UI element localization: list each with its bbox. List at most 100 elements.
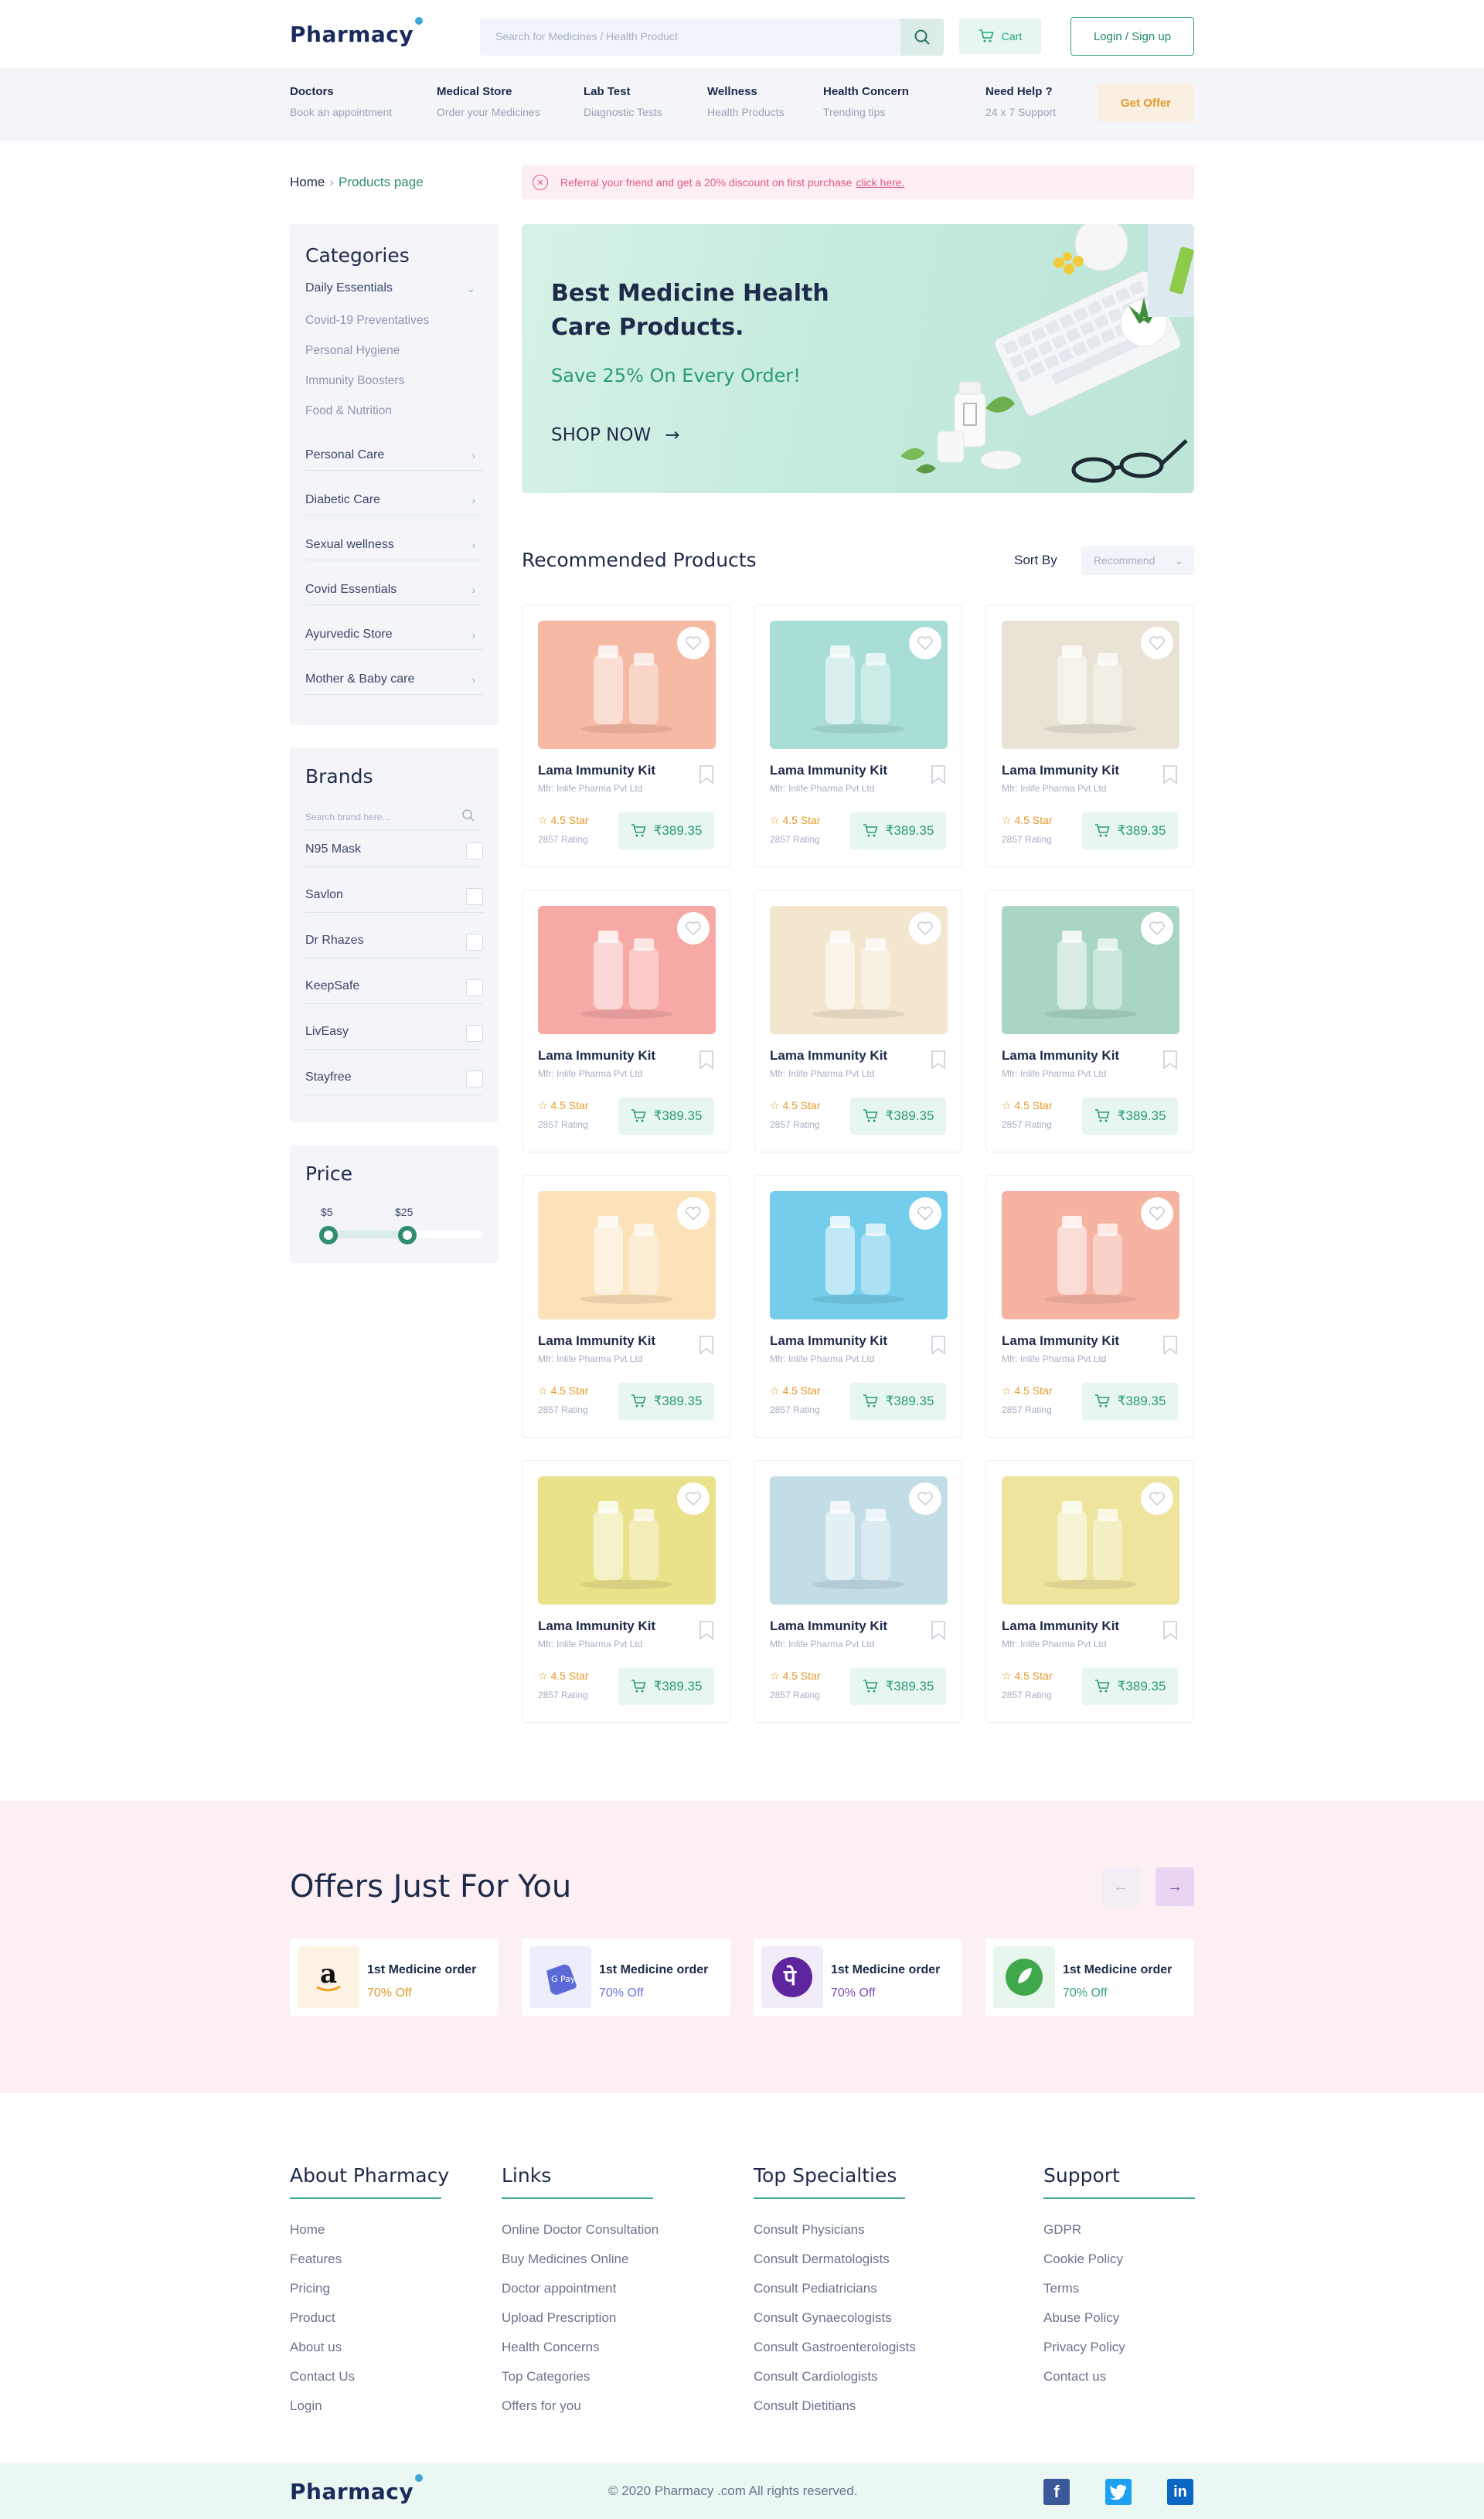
footer-link[interactable]: Contact us: [1043, 2369, 1195, 2398]
brand-checkbox[interactable]: [466, 1025, 483, 1042]
product-card[interactable]: Lama Immunity Kit Mfr: Inlife Pharma Pvt …: [754, 1175, 962, 1438]
bookmark-icon[interactable]: [699, 1050, 714, 1070]
footer-link[interactable]: Privacy Policy: [1043, 2340, 1195, 2369]
brand-checkbox[interactable]: [466, 888, 483, 905]
footer-link[interactable]: Home: [290, 2222, 449, 2252]
product-card[interactable]: Lama Immunity Kit Mfr: Inlife Pharma Pvt …: [754, 1460, 962, 1723]
product-name[interactable]: Lama Immunity Kit: [770, 1333, 887, 1349]
brand-item-keepsafe[interactable]: KeepSafe: [305, 979, 483, 1004]
wishlist-button[interactable]: [909, 1482, 941, 1515]
wishlist-button[interactable]: [677, 912, 710, 945]
brand-search-input[interactable]: Search brand here...: [305, 812, 390, 822]
footer-link[interactable]: Contact Us: [290, 2369, 449, 2398]
footer-link[interactable]: Consult Physicians: [754, 2222, 916, 2252]
footer-link[interactable]: Consult Dietitians: [754, 2398, 916, 2428]
price-min-handle[interactable]: [319, 1226, 338, 1244]
product-card[interactable]: Lama Immunity Kit Mfr: Inlife Pharma Pvt …: [985, 604, 1194, 867]
category-daily-essentials[interactable]: Daily Essentials ⌄: [305, 281, 483, 295]
product-image[interactable]: [538, 1191, 716, 1319]
bookmark-icon[interactable]: [1162, 1050, 1178, 1070]
subcategory-personal-hygiene[interactable]: Personal Hygiene: [305, 344, 483, 358]
product-card[interactable]: Lama Immunity Kit Mfr: Inlife Pharma Pvt …: [522, 1460, 730, 1723]
facebook-icon[interactable]: f: [1043, 2479, 1070, 2505]
bookmark-icon[interactable]: [699, 1620, 714, 1640]
bookmark-icon[interactable]: [931, 1050, 946, 1070]
wishlist-button[interactable]: [909, 912, 941, 945]
product-card[interactable]: Lama Immunity Kit Mfr: Inlife Pharma Pvt …: [522, 890, 730, 1152]
product-image[interactable]: [770, 621, 948, 749]
product-name[interactable]: Lama Immunity Kit: [1002, 1619, 1119, 1634]
footer-link[interactable]: Upload Prescription: [502, 2310, 659, 2340]
add-to-cart-button[interactable]: ₹389.35: [850, 1668, 946, 1705]
wishlist-button[interactable]: [1141, 912, 1173, 945]
footer-link[interactable]: Buy Medicines Online: [502, 2252, 659, 2281]
category-sexual-wellness[interactable]: Sexual wellness ›: [305, 538, 483, 560]
wishlist-button[interactable]: [1141, 627, 1173, 659]
footer-logo[interactable]: Pharmacy: [290, 2474, 424, 2504]
brand-item-savlon[interactable]: Savlon: [305, 888, 483, 913]
price-max-handle[interactable]: [398, 1226, 417, 1244]
bookmark-icon[interactable]: [931, 1620, 946, 1640]
footer-link[interactable]: Offers for you: [502, 2398, 659, 2428]
footer-link[interactable]: Pricing: [290, 2281, 449, 2310]
product-image[interactable]: [770, 906, 948, 1034]
add-to-cart-button[interactable]: ₹389.35: [618, 812, 714, 849]
sort-select[interactable]: Recommend ⌄: [1081, 546, 1194, 575]
product-name[interactable]: Lama Immunity Kit: [538, 1333, 655, 1349]
offers-next-button[interactable]: →: [1156, 1867, 1194, 1906]
product-name[interactable]: Lama Immunity Kit: [538, 1048, 655, 1064]
subcategory-immunity-boosters[interactable]: Immunity Boosters: [305, 374, 483, 388]
add-to-cart-button[interactable]: ₹389.35: [850, 1383, 946, 1420]
product-name[interactable]: Lama Immunity Kit: [1002, 1048, 1119, 1064]
product-image[interactable]: [1002, 621, 1179, 749]
brand-search[interactable]: Search brand here...: [305, 802, 483, 830]
brand-checkbox[interactable]: [466, 843, 483, 860]
twitter-icon[interactable]: [1105, 2479, 1132, 2505]
product-card[interactable]: Lama Immunity Kit Mfr: Inlife Pharma Pvt …: [522, 1175, 730, 1438]
bookmark-icon[interactable]: [1162, 1335, 1178, 1355]
footer-link[interactable]: Features: [290, 2252, 449, 2281]
bookmark-icon[interactable]: [1162, 764, 1178, 785]
footer-link[interactable]: Cookie Policy: [1043, 2252, 1195, 2281]
footer-link[interactable]: Consult Dermatologists: [754, 2252, 916, 2281]
footer-link[interactable]: About us: [290, 2340, 449, 2369]
bookmark-icon[interactable]: [931, 764, 946, 785]
category-ayurvedic-store[interactable]: Ayurvedic Store ›: [305, 628, 483, 650]
bookmark-icon[interactable]: [1162, 1620, 1178, 1640]
product-name[interactable]: Lama Immunity Kit: [770, 1048, 887, 1064]
add-to-cart-button[interactable]: ₹389.35: [1082, 1668, 1178, 1705]
wishlist-button[interactable]: [677, 1197, 710, 1230]
category-covid-essentials[interactable]: Covid Essentials ›: [305, 583, 483, 605]
product-card[interactable]: Lama Immunity Kit Mfr: Inlife Pharma Pvt …: [522, 604, 730, 867]
brand-checkbox[interactable]: [466, 979, 483, 996]
product-name[interactable]: Lama Immunity Kit: [538, 1619, 655, 1634]
product-name[interactable]: Lama Immunity Kit: [1002, 1333, 1119, 1349]
category-personal-care[interactable]: Personal Care ›: [305, 448, 483, 471]
brand-checkbox[interactable]: [466, 1071, 483, 1088]
product-image[interactable]: [538, 906, 716, 1034]
add-to-cart-button[interactable]: ₹389.35: [1082, 1098, 1178, 1135]
referral-link[interactable]: click here.: [856, 176, 904, 189]
brand-checkbox[interactable]: [466, 934, 483, 951]
product-image[interactable]: [1002, 906, 1179, 1034]
offer-card-gpay[interactable]: G Pay 1st Medicine order 70% Off: [522, 1939, 730, 2016]
brand-item-dr-rhazes[interactable]: Dr Rhazes: [305, 934, 483, 958]
add-to-cart-button[interactable]: ₹389.35: [618, 1668, 714, 1705]
bookmark-icon[interactable]: [699, 1335, 714, 1355]
wishlist-button[interactable]: [1141, 1197, 1173, 1230]
add-to-cart-button[interactable]: ₹389.35: [850, 1098, 946, 1135]
product-image[interactable]: [538, 1476, 716, 1605]
brand-item-stayfree[interactable]: Stayfree: [305, 1071, 483, 1095]
product-image[interactable]: [1002, 1476, 1179, 1605]
bookmark-icon[interactable]: [931, 1335, 946, 1355]
add-to-cart-button[interactable]: ₹389.35: [1082, 1383, 1178, 1420]
subcategory-covid-preventatives[interactable]: Covid-19 Preventatives: [305, 314, 483, 328]
product-image[interactable]: [770, 1191, 948, 1319]
category-diabetic-care[interactable]: Diabetic Care ›: [305, 493, 483, 516]
brand-item-liveasy[interactable]: LivEasy: [305, 1025, 483, 1050]
offer-card-phonepe[interactable]: पे 1st Medicine order 70% Off: [754, 1939, 962, 2016]
footer-link[interactable]: Doctor appointment: [502, 2281, 659, 2310]
wishlist-button[interactable]: [1141, 1482, 1173, 1515]
breadcrumb-home[interactable]: Home: [290, 175, 325, 189]
product-image[interactable]: [1002, 1191, 1179, 1319]
